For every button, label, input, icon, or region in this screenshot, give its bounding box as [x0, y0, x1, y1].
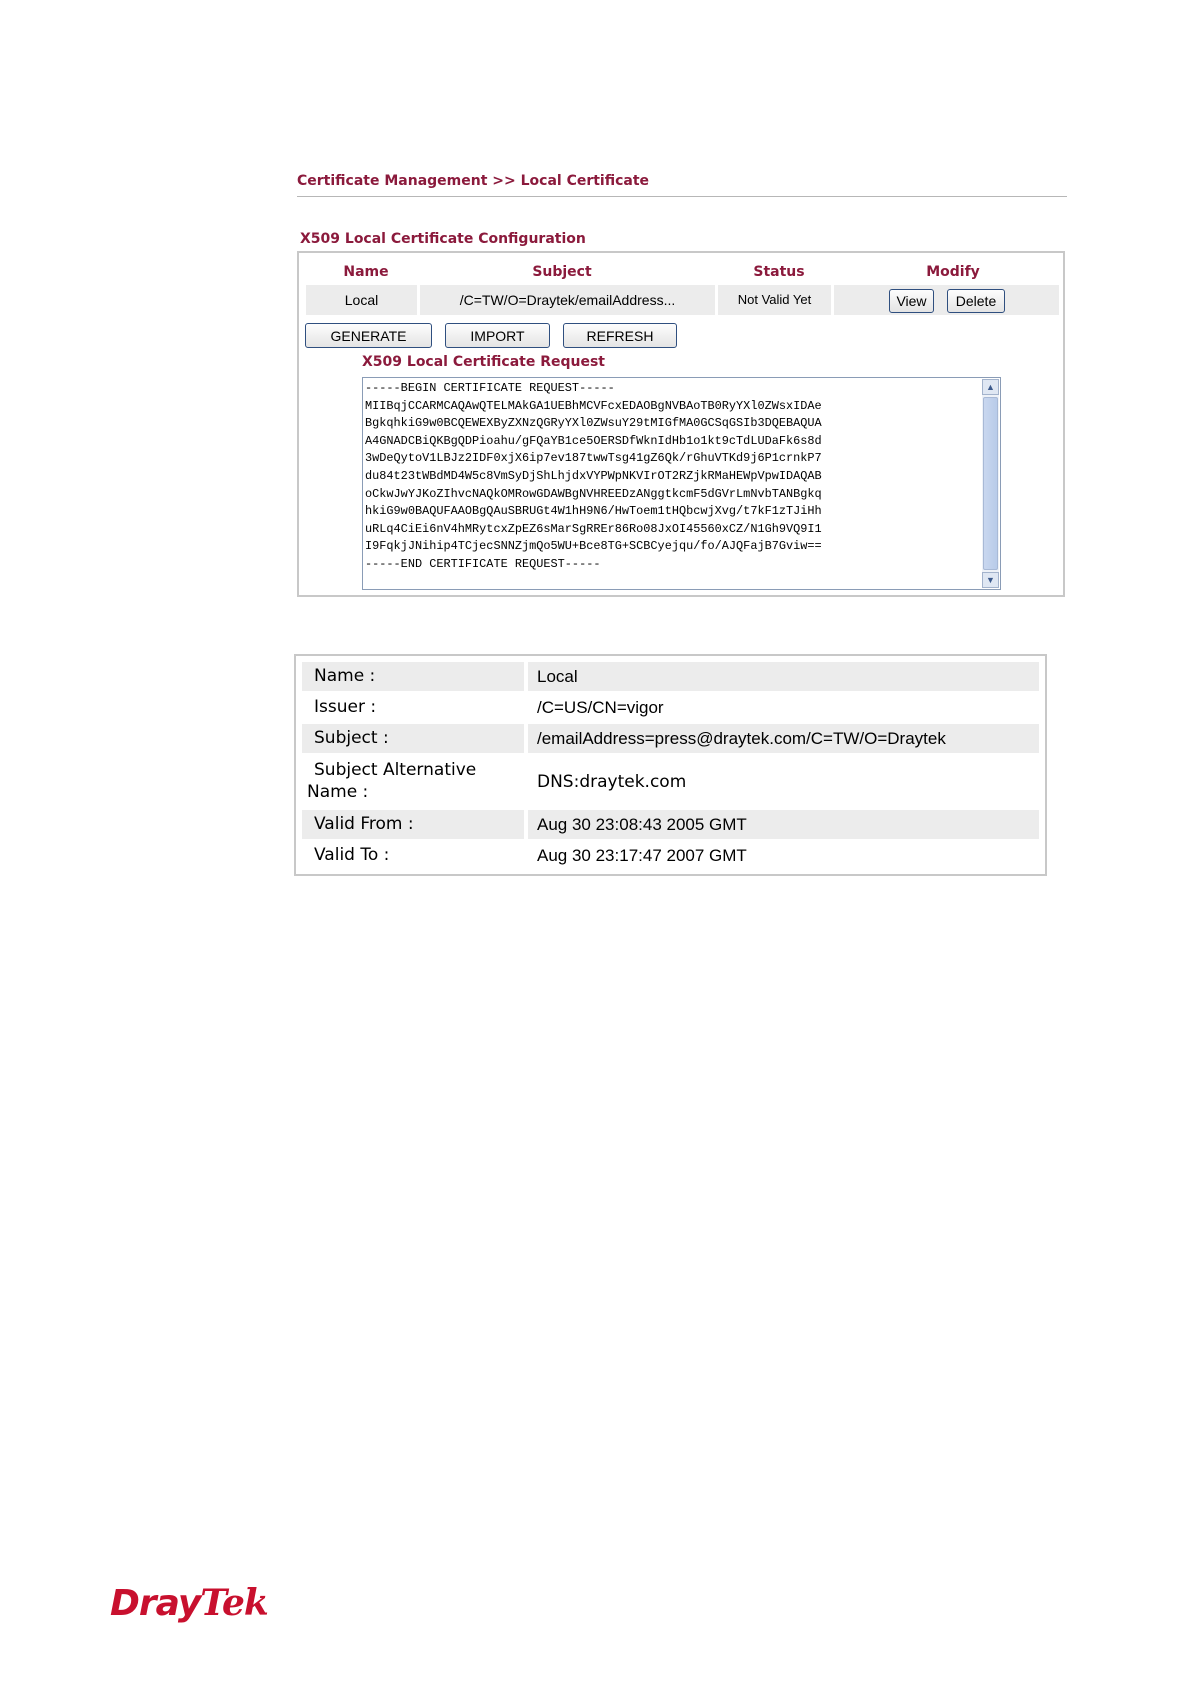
scroll-up-icon[interactable]: ▲	[982, 379, 999, 395]
generate-button[interactable]: GENERATE	[305, 323, 432, 348]
import-button[interactable]: IMPORT	[445, 323, 550, 348]
issuer-value: /C=US/CN=vigor	[537, 698, 664, 717]
cert-status-cell: Not Valid Yet	[718, 285, 831, 315]
subject-alt-name-label: Subject Alternative Name :	[302, 756, 524, 808]
header-name: Name	[343, 264, 389, 280]
certificate-details-panel: Name : Local Issuer : /C=US/CN=vigor Sub…	[294, 654, 1047, 876]
header-subject: Subject	[532, 264, 592, 280]
cert-name-cell: Local	[306, 285, 417, 315]
header-status: Status	[753, 264, 805, 280]
name-value: Local	[528, 662, 1039, 691]
header-modify: Modify	[926, 264, 980, 280]
subject-alt-name-value: DNS:draytek.com	[537, 772, 687, 792]
breadcrumb: Certificate Management >> Local Certific…	[297, 173, 1067, 197]
certificate-request-text: -----BEGIN CERTIFICATE REQUEST----- MIIB…	[365, 381, 822, 571]
scroll-thumb[interactable]	[983, 397, 998, 570]
valid-to-label: Valid To :	[314, 845, 390, 865]
logo-part-dray: Dray	[110, 1583, 201, 1624]
logo-part-tek: Tek	[200, 1582, 269, 1624]
local-certificate-config-panel: Name Subject Status Modify Local /C=TW/O…	[297, 251, 1065, 597]
view-button[interactable]: View	[889, 289, 934, 313]
valid-from-label: Valid From :	[302, 810, 524, 839]
textarea-scrollbar[interactable]: ▲ ▼	[982, 379, 999, 588]
valid-to-value: Aug 30 23:17:47 2007 GMT	[537, 846, 747, 865]
request-title: X509 Local Certificate Request	[362, 354, 605, 370]
certificate-request-textarea[interactable]: -----BEGIN CERTIFICATE REQUEST----- MIIB…	[362, 377, 1001, 590]
subject-value: /emailAddress=press@draytek.com/C=TW/O=D…	[528, 724, 1039, 753]
issuer-label: Issuer :	[314, 697, 377, 717]
draytek-logo: DrayTek	[110, 1582, 269, 1624]
subject-label: Subject :	[302, 724, 524, 753]
name-label: Name :	[302, 662, 524, 691]
scroll-down-icon[interactable]: ▼	[982, 572, 999, 588]
valid-from-value: Aug 30 23:08:43 2005 GMT	[528, 810, 1039, 839]
subject-alt-name-label-line1: Subject Alternative	[314, 760, 477, 780]
delete-button[interactable]: Delete	[947, 289, 1005, 313]
cert-subject-cell: /C=TW/O=Draytek/emailAddress...	[420, 285, 715, 315]
subject-alt-name-label-line2: Name :	[307, 782, 369, 802]
refresh-button[interactable]: REFRESH	[563, 323, 677, 348]
config-section-title: X509 Local Certificate Configuration	[300, 231, 586, 247]
